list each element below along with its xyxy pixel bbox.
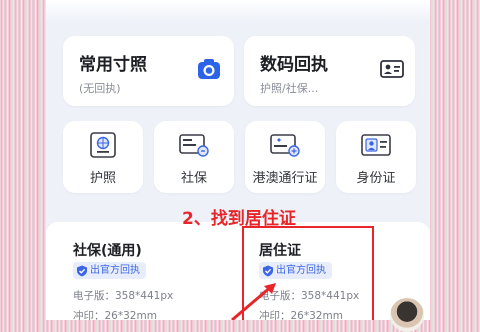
badge-text: 出官方回执 bbox=[90, 265, 140, 276]
official-receipt-badge: 出官方回执 bbox=[73, 262, 146, 279]
hk-macau-permit-icon bbox=[270, 134, 300, 157]
spec-line-print: 冲印：26*32mm bbox=[73, 310, 157, 320]
doc-type-social-security[interactable]: 社保 bbox=[154, 121, 234, 193]
digital-receipt-subtitle: 护照/社保... bbox=[260, 82, 319, 95]
common-photo-card[interactable]: 常用寸照 (无回执) bbox=[63, 36, 234, 106]
shield-check-icon bbox=[77, 265, 87, 276]
id-card-icon bbox=[380, 60, 404, 78]
doc-type-id-card-label: 身份证 bbox=[356, 171, 396, 186]
id-card-portrait-icon bbox=[361, 134, 391, 156]
doc-type-passport-label: 护照 bbox=[89, 171, 116, 186]
spec-line-digital: 电子版：358*441px bbox=[73, 290, 174, 302]
doc-type-id-card[interactable]: 身份证 bbox=[336, 121, 416, 193]
social-security-card-icon bbox=[179, 134, 209, 157]
passport-icon bbox=[90, 132, 116, 158]
app-screen: 常用寸照 (无回执) 数码回执 护照/社保... 护照 社保 港澳通行证 身份证… bbox=[46, 0, 430, 320]
common-photo-title: 常用寸照 bbox=[79, 55, 147, 75]
annotation-arrow bbox=[231, 283, 276, 320]
avatar bbox=[390, 298, 424, 332]
doc-type-social-security-label: 社保 bbox=[180, 171, 207, 186]
doc-type-passport[interactable]: 护照 bbox=[63, 121, 143, 193]
top-bar bbox=[46, 0, 430, 22]
doc-type-hk-macau[interactable]: 港澳通行证 bbox=[245, 121, 325, 193]
doc-type-hk-macau-label: 港澳通行证 bbox=[252, 171, 318, 186]
spec-card-social-security[interactable]: 社保(通用) 出官方回执 电子版：358*441px 冲印：26*32mm bbox=[46, 222, 238, 320]
spec-title: 社保(通用) bbox=[73, 243, 142, 259]
digital-receipt-title: 数码回执 bbox=[260, 55, 328, 75]
camera-icon bbox=[198, 59, 220, 79]
common-photo-subtitle: (无回执) bbox=[79, 82, 121, 95]
digital-receipt-card[interactable]: 数码回执 护照/社保... bbox=[244, 36, 415, 106]
